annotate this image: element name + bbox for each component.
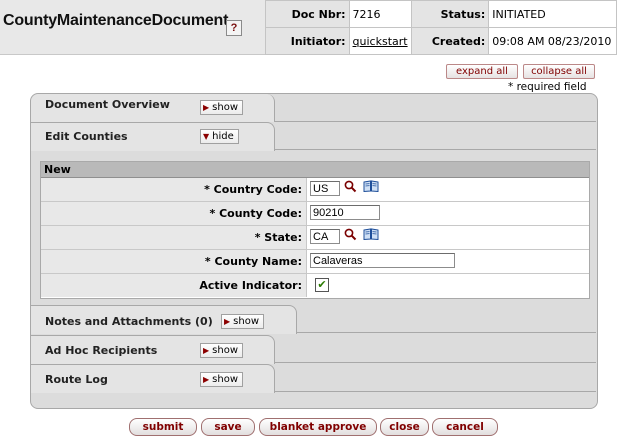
status-label: Status: — [410, 0, 490, 28]
county-name-row: * County Name: Calaveras — [41, 250, 589, 274]
county-code-input[interactable]: 90210 — [310, 205, 380, 220]
doc-nbr-label: Doc Nbr: — [265, 0, 350, 28]
county-code-row: * County Code: 90210 — [41, 202, 589, 226]
country-code-label: * Country Code: — [41, 178, 307, 201]
document-title-area: CountyMaintenanceDocument ? — [0, 0, 265, 55]
collapse-all-button[interactable]: collapse all — [523, 64, 595, 79]
active-indicator-row: Active Indicator: ✔ — [41, 274, 589, 297]
state-input[interactable]: CA — [310, 229, 340, 244]
edit-counties-hide-button[interactable]: ▼ hide — [200, 129, 239, 144]
book-icon[interactable] — [363, 228, 379, 240]
submit-button[interactable]: submit — [129, 418, 197, 436]
document-header-table: Doc Nbr: 7216 Status: INITIATED Initiato… — [265, 0, 617, 55]
county-name-input[interactable]: Calaveras — [310, 253, 455, 268]
triangle-right-icon: ▶ — [203, 103, 210, 112]
initiator-cell: quickstart — [348, 27, 412, 55]
book-icon[interactable] — [363, 180, 379, 192]
route-log-show-label: show — [212, 374, 239, 385]
search-icon[interactable] — [344, 180, 357, 193]
edit-counties-hide-label: hide — [212, 131, 234, 142]
active-indicator-label: Active Indicator: — [41, 274, 307, 297]
required-field-note: * required field — [508, 81, 587, 93]
expand-all-button[interactable]: expand all — [446, 64, 518, 79]
tab-document-overview-label: Document Overview — [45, 98, 170, 111]
country-code-input[interactable]: US — [310, 181, 340, 196]
doc-nbr-value: 7216 — [348, 0, 412, 28]
edit-counties-form: New * Country Code: US * County Code: 90… — [40, 161, 590, 299]
search-icon[interactable] — [344, 228, 357, 241]
close-button[interactable]: close — [380, 418, 429, 436]
triangle-right-icon: ▶ — [203, 375, 210, 384]
ad-hoc-recipients-show-button[interactable]: ▶ show — [200, 343, 244, 358]
tab-route-log — [31, 364, 596, 393]
document-overview-show-label: show — [212, 102, 239, 113]
state-label: * State: — [41, 226, 307, 249]
created-label: Created: — [410, 27, 490, 55]
status-value: INITIATED — [488, 0, 617, 28]
tab-route-log-label: Route Log — [45, 373, 108, 386]
notes-attachments-show-button[interactable]: ▶ show — [221, 314, 265, 329]
triangle-down-icon: ▼ — [203, 132, 210, 141]
form-section-title: New — [41, 162, 589, 178]
initiator-link[interactable]: quickstart — [353, 35, 408, 48]
ad-hoc-recipients-show-label: show — [212, 345, 239, 356]
document-overview-show-button[interactable]: ▶ show — [200, 100, 244, 115]
notes-attachments-show-label: show — [233, 316, 260, 327]
initiator-label: Initiator: — [265, 27, 350, 55]
checkmark-icon: ✔ — [317, 278, 327, 291]
county-code-label: * County Code: — [41, 202, 307, 225]
state-row: * State: CA — [41, 226, 589, 250]
triangle-right-icon: ▶ — [224, 317, 231, 326]
tab-edit-counties-label: Edit Counties — [45, 130, 128, 143]
page-title: CountyMaintenanceDocument — [3, 12, 229, 29]
country-code-row: * Country Code: US — [41, 178, 589, 202]
save-button[interactable]: save — [201, 418, 255, 436]
cancel-button[interactable]: cancel — [432, 418, 498, 436]
county-name-label: * County Name: — [41, 250, 307, 273]
tab-ad-hoc-recipients-label: Ad Hoc Recipients — [45, 344, 158, 357]
blanket-approve-button[interactable]: blanket approve — [259, 418, 377, 436]
active-indicator-checkbox[interactable]: ✔ — [315, 278, 329, 292]
help-icon[interactable]: ? — [226, 20, 242, 36]
route-log-show-button[interactable]: ▶ show — [200, 372, 244, 387]
created-value: 09:08 AM 08/23/2010 — [488, 27, 617, 55]
triangle-right-icon: ▶ — [203, 346, 210, 355]
tab-notes-attachments-label: Notes and Attachments (0) — [45, 315, 213, 328]
